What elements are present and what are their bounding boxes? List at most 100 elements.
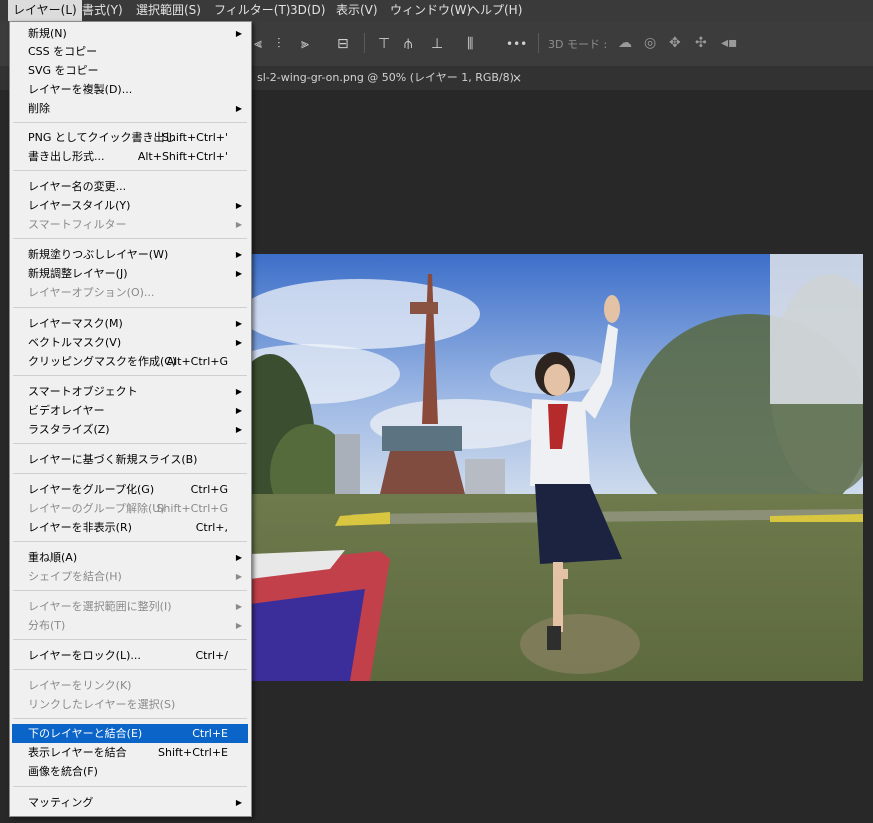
menu-item-label: レイヤーマスク(M) [28,317,123,330]
menu-item-label: 新規塗りつぶしレイヤー(W) [28,248,169,261]
menu-item-select-linked[interactable]: リンクしたレイヤーを選択(S) [12,695,248,714]
document-canvas[interactable] [250,254,863,681]
menu-item-shortcut: Ctrl+, [195,521,228,534]
menu-divider [13,639,247,640]
menu-item-new[interactable]: 新規(N) ▶ [12,24,248,43]
3d-mode-label: 3D モード : [548,38,608,51]
document-tab-title[interactable]: sl-2-wing-gr-on.png @ 50% (レイヤー 1, RGB/8… [257,66,514,90]
options-separator [538,33,539,53]
menu-item-shortcut: Shift+Ctrl+' [161,131,228,144]
align-left-icon[interactable]: ⫷ [254,37,262,51]
menu-item-label: CSS をコピー [28,45,98,58]
more-icon[interactable]: ••• [506,37,527,51]
menu-item-rename-layer[interactable]: レイヤー名の変更... [12,177,248,196]
menu-item-new-fill-layer[interactable]: 新規塗りつぶしレイヤー(W) ▶ [12,245,248,264]
roll-3d-icon[interactable]: ◎ [644,36,656,50]
menu-item-label: レイヤー名の変更... [28,180,127,193]
menu-view[interactable]: 表示(V) [331,0,383,21]
menu-item-smart-objects[interactable]: スマートオブジェクト ▶ [12,382,248,401]
menu-item-group-layers[interactable]: レイヤーをグループ化(G) Ctrl+G [12,480,248,499]
menu-divider [13,375,247,376]
pan-3d-icon[interactable]: ✥ [669,36,681,50]
menu-item-label: レイヤーのグループ解除(U) [28,502,165,515]
menu-item-merge-visible[interactable]: 表示レイヤーを結合 Shift+Ctrl+E [12,743,248,762]
submenu-arrow-icon: ▶ [235,553,242,562]
menu-item-shortcut: Shift+Ctrl+G [156,502,228,515]
submenu-arrow-icon: ▶ [235,621,242,630]
align-middle-icon[interactable]: ⫛ [404,37,412,51]
menu-item-label: レイヤーを複製(D)... [28,83,133,96]
menu-item-label: ベクトルマスク(V) [28,336,122,349]
menu-item-label: シェイプを結合(H) [28,570,122,583]
menu-item-export-as[interactable]: 書き出し形式... Alt+Shift+Ctrl+' [12,147,248,166]
menu-item-label: レイヤーオプション(O)... [28,286,155,299]
menu-item-lock-layers[interactable]: レイヤーをロック(L)... Ctrl+/ [12,646,248,665]
menu-help[interactable]: ヘルプ(H) [463,0,527,21]
align-right-icon[interactable]: ⫸ [301,37,309,51]
menu-item-label: レイヤーをグループ化(G) [28,483,155,496]
menu-divider [13,786,247,787]
menu-item-copy-svg[interactable]: SVG をコピー [12,61,248,80]
menu-item-layer-style[interactable]: レイヤースタイル(Y) ▶ [12,196,248,215]
menu-item-matting[interactable]: マッティング ▶ [12,793,248,812]
distribute-icon[interactable]: ⊟ [337,37,349,51]
close-tab-icon[interactable]: × [512,66,522,90]
distribute-vertical-icon[interactable]: ⫼ [467,37,473,51]
menu-divider [13,473,247,474]
menu-item-new-layer-based-slice[interactable]: レイヤーに基づく新規スライス(B) [12,450,248,469]
menu-item-new-adjustment-layer[interactable]: 新規調整レイヤー(J) ▶ [12,264,248,283]
menu-item-delete[interactable]: 削除 ▶ [12,99,248,118]
menu-divider [13,590,247,591]
orbit-3d-icon[interactable]: ☁ [618,36,632,50]
submenu-arrow-icon: ▶ [235,406,242,415]
menu-item-label: 削除 [28,102,50,115]
menu-layer[interactable]: レイヤー(L) [8,0,82,21]
menu-item-hide-layers[interactable]: レイヤーを非表示(R) Ctrl+, [12,518,248,537]
menu-item-flatten-image[interactable]: 画像を統合(F) [12,762,248,781]
slide-3d-icon[interactable]: ✣ [695,36,707,50]
align-center-icon[interactable]: ⫶ [277,37,281,51]
submenu-arrow-icon: ▶ [235,572,242,581]
menu-divider [13,238,247,239]
menu-item-copy-css[interactable]: CSS をコピー [12,42,248,61]
park-tower-photo [250,254,863,681]
menu-item-layer-options[interactable]: レイヤーオプション(O)... [12,283,248,302]
menu-item-ungroup-layers[interactable]: レイヤーのグループ解除(U) Shift+Ctrl+G [12,499,248,518]
menu-item-quick-export[interactable]: PNG としてクイック書き出し Shift+Ctrl+' [12,128,248,147]
menu-item-label: ラスタライズ(Z) [28,423,110,436]
menu-item-merge-down[interactable]: 下のレイヤーと結合(E) Ctrl+E [12,724,248,743]
menu-item-label: 下のレイヤーと結合(E) [28,727,143,740]
menu-select[interactable]: 選択範囲(S) [131,0,206,21]
menu-item-create-clipping-mask[interactable]: クリッピングマスクを作成(C) Alt+Ctrl+G [12,352,248,371]
menu-3d[interactable]: 3D(D) [285,0,330,21]
menu-item-duplicate-layer[interactable]: レイヤーを複製(D)... [12,80,248,99]
menu-item-label: レイヤーをリンク(K) [28,679,132,692]
submenu-arrow-icon: ▶ [235,29,242,38]
submenu-arrow-icon: ▶ [235,798,242,807]
menu-divider [13,541,247,542]
menu-item-label: クリッピングマスクを作成(C) [28,355,177,368]
menu-item-distribute[interactable]: 分布(T) ▶ [12,616,248,635]
menu-item-shortcut: Ctrl+G [190,483,228,496]
menu-item-layer-mask[interactable]: レイヤーマスク(M) ▶ [12,314,248,333]
menu-divider [13,307,247,308]
menu-filter[interactable]: フィルター(T) [209,0,295,21]
menu-item-align-to-selection[interactable]: レイヤーを選択範囲に整列(I) ▶ [12,597,248,616]
align-bottom-icon[interactable]: ⊥ [431,37,443,51]
submenu-arrow-icon: ▶ [235,602,242,611]
menu-item-rasterize[interactable]: ラスタライズ(Z) ▶ [12,420,248,439]
scale-3d-icon[interactable]: ◂▪ [721,36,738,50]
menu-item-link-layers[interactable]: レイヤーをリンク(K) [12,676,248,695]
menu-item-combine-shapes[interactable]: シェイプを結合(H) ▶ [12,567,248,586]
menu-item-video-layers[interactable]: ビデオレイヤー ▶ [12,401,248,420]
menu-item-smart-filter[interactable]: スマートフィルター ▶ [12,215,248,234]
menu-item-label: レイヤースタイル(Y) [28,199,131,212]
menu-item-label: 新規調整レイヤー(J) [28,267,128,280]
menu-item-label: 表示レイヤーを結合 [28,746,127,759]
menu-type[interactable]: 書式(Y) [77,0,128,21]
menu-item-shortcut: Shift+Ctrl+E [158,746,228,759]
menu-item-shortcut: Ctrl+E [192,727,228,740]
menu-item-vector-mask[interactable]: ベクトルマスク(V) ▶ [12,333,248,352]
align-top-icon[interactable]: ⊤ [378,37,390,51]
menu-item-arrange[interactable]: 重ね順(A) ▶ [12,548,248,567]
